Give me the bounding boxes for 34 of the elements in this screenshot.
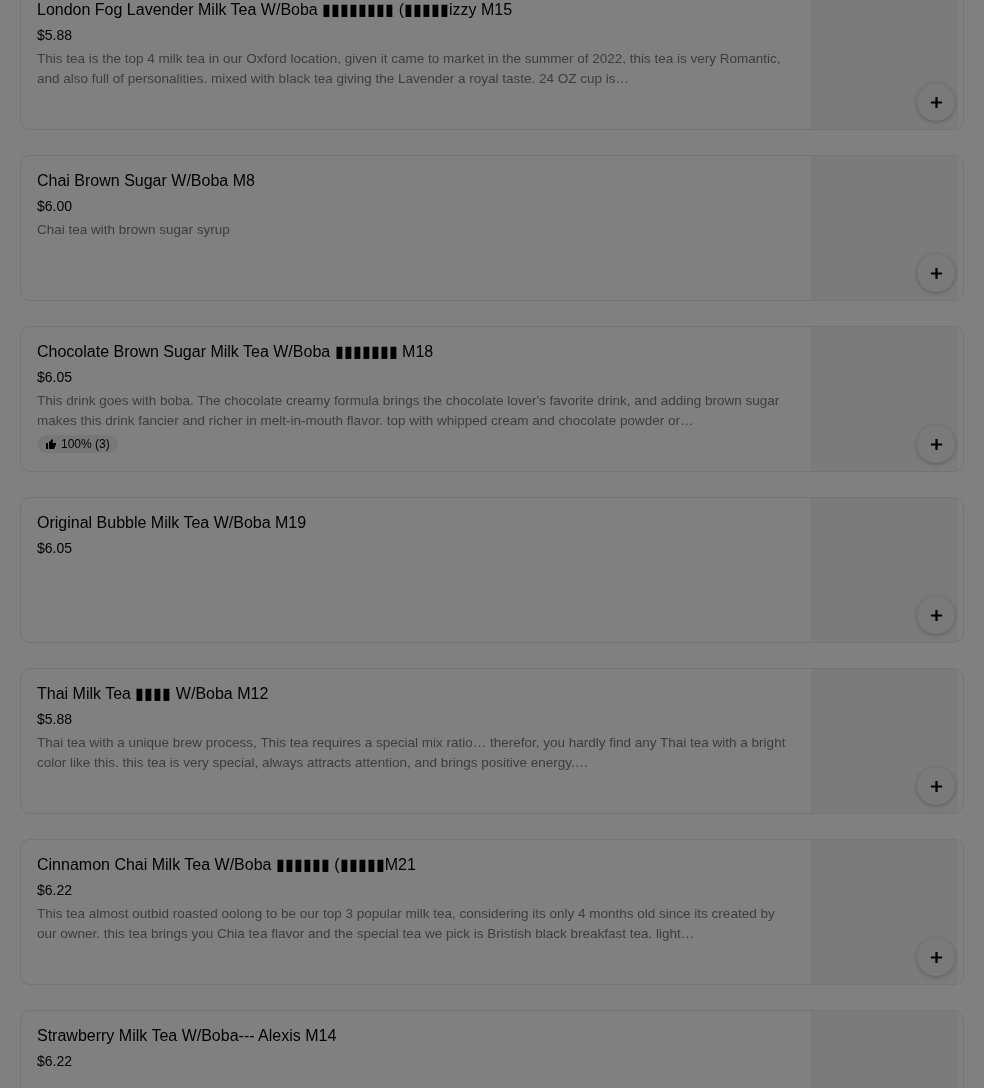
item-title: Cinnamon Chai Milk Tea W/Boba ▮▮▮▮▮▮ (▮▮▮▮▮M21 (37, 855, 417, 875)
menu-item-card[interactable] (20, 668, 964, 814)
item-description: This tea almost outbid roasted oolong to be our top 3 popular milk tea, considering its only 4 months old since its created by our owner. this tea brings you Chia tea flavor and the special tea we pick is Bristish black breakfast tea. light… (37, 905, 776, 943)
item-title: Thai Milk Tea ▮▮▮▮ W/Boba M12 (37, 684, 270, 704)
item-price: $6.22 (37, 1052, 74, 1071)
item-description: Chai tea with brown sugar syrup (37, 221, 231, 239)
item-title: Original Bubble Milk Tea W/Boba M19 (37, 513, 308, 533)
item-price: $6.05 (37, 368, 74, 387)
item-title: Chai Brown Sugar W/Boba M8 (37, 171, 256, 191)
plus-icon (929, 608, 943, 622)
item-title: Strawberry Milk Tea W/Boba--- Alexis M14 (37, 1026, 338, 1046)
plus-icon (929, 95, 943, 109)
item-description: Thai tea with a unique brew process, This tea requires a special mix ratio… therefor, you hardly find any Thai tea with a bright color like this. this tea is very special, always attracts attention, and brings positive energy.… (37, 734, 787, 772)
item-title: Chocolate Brown Sugar Milk Tea W/Boba ▮▮▮▮▮▮▮ M18 (37, 342, 435, 362)
menu-item-card[interactable] (20, 326, 964, 472)
rating-text: 100% (3) (61, 437, 110, 451)
item-price: $6.22 (37, 881, 74, 900)
thumbs-up-icon (45, 438, 57, 450)
menu-item-card[interactable] (20, 839, 964, 985)
plus-icon (929, 950, 943, 964)
item-price: $5.88 (37, 26, 74, 45)
item-price: $5.88 (37, 710, 74, 729)
plus-icon (929, 266, 943, 280)
plus-icon (929, 437, 943, 451)
menu-item-card[interactable] (20, 0, 964, 130)
item-title: London Fog Lavender Milk Tea W/Boba ▮▮▮▮▮▮▮▮ (▮▮▮▮▮izzy M15 (37, 0, 514, 20)
item-description: This drink goes with boba. The chocolate creamy formula brings the chocolate lover's favorite drink, and adding brown sugar makes this drink fancier and richer in melt-in-mouth flavor. top with whipped cream and chocolate powder or… (37, 392, 781, 430)
menu-item-card[interactable]: Strawberry Milk Tea W/Boba--- Alexis M14 $6.22 (20, 1010, 964, 1088)
plus-icon (929, 779, 943, 793)
item-price: $6.05 (37, 539, 74, 558)
item-description: This tea is the top 4 milk tea in our Oxford location, given it came to market in the summer of 2022, this tea is very Romantic, and also full of personalities. mixed with black tea giving the Lavender a royal taste. 24 OZ cup is… (37, 50, 782, 88)
menu-item-card[interactable]: Chai Brown Sugar W/Boba M8 $6.00 Chai tea with brown sugar syrup (20, 155, 964, 301)
menu-item-card[interactable]: Original Bubble Milk Tea W/Boba M19 $6.05 (20, 497, 964, 643)
item-price: $6.00 (37, 197, 74, 216)
